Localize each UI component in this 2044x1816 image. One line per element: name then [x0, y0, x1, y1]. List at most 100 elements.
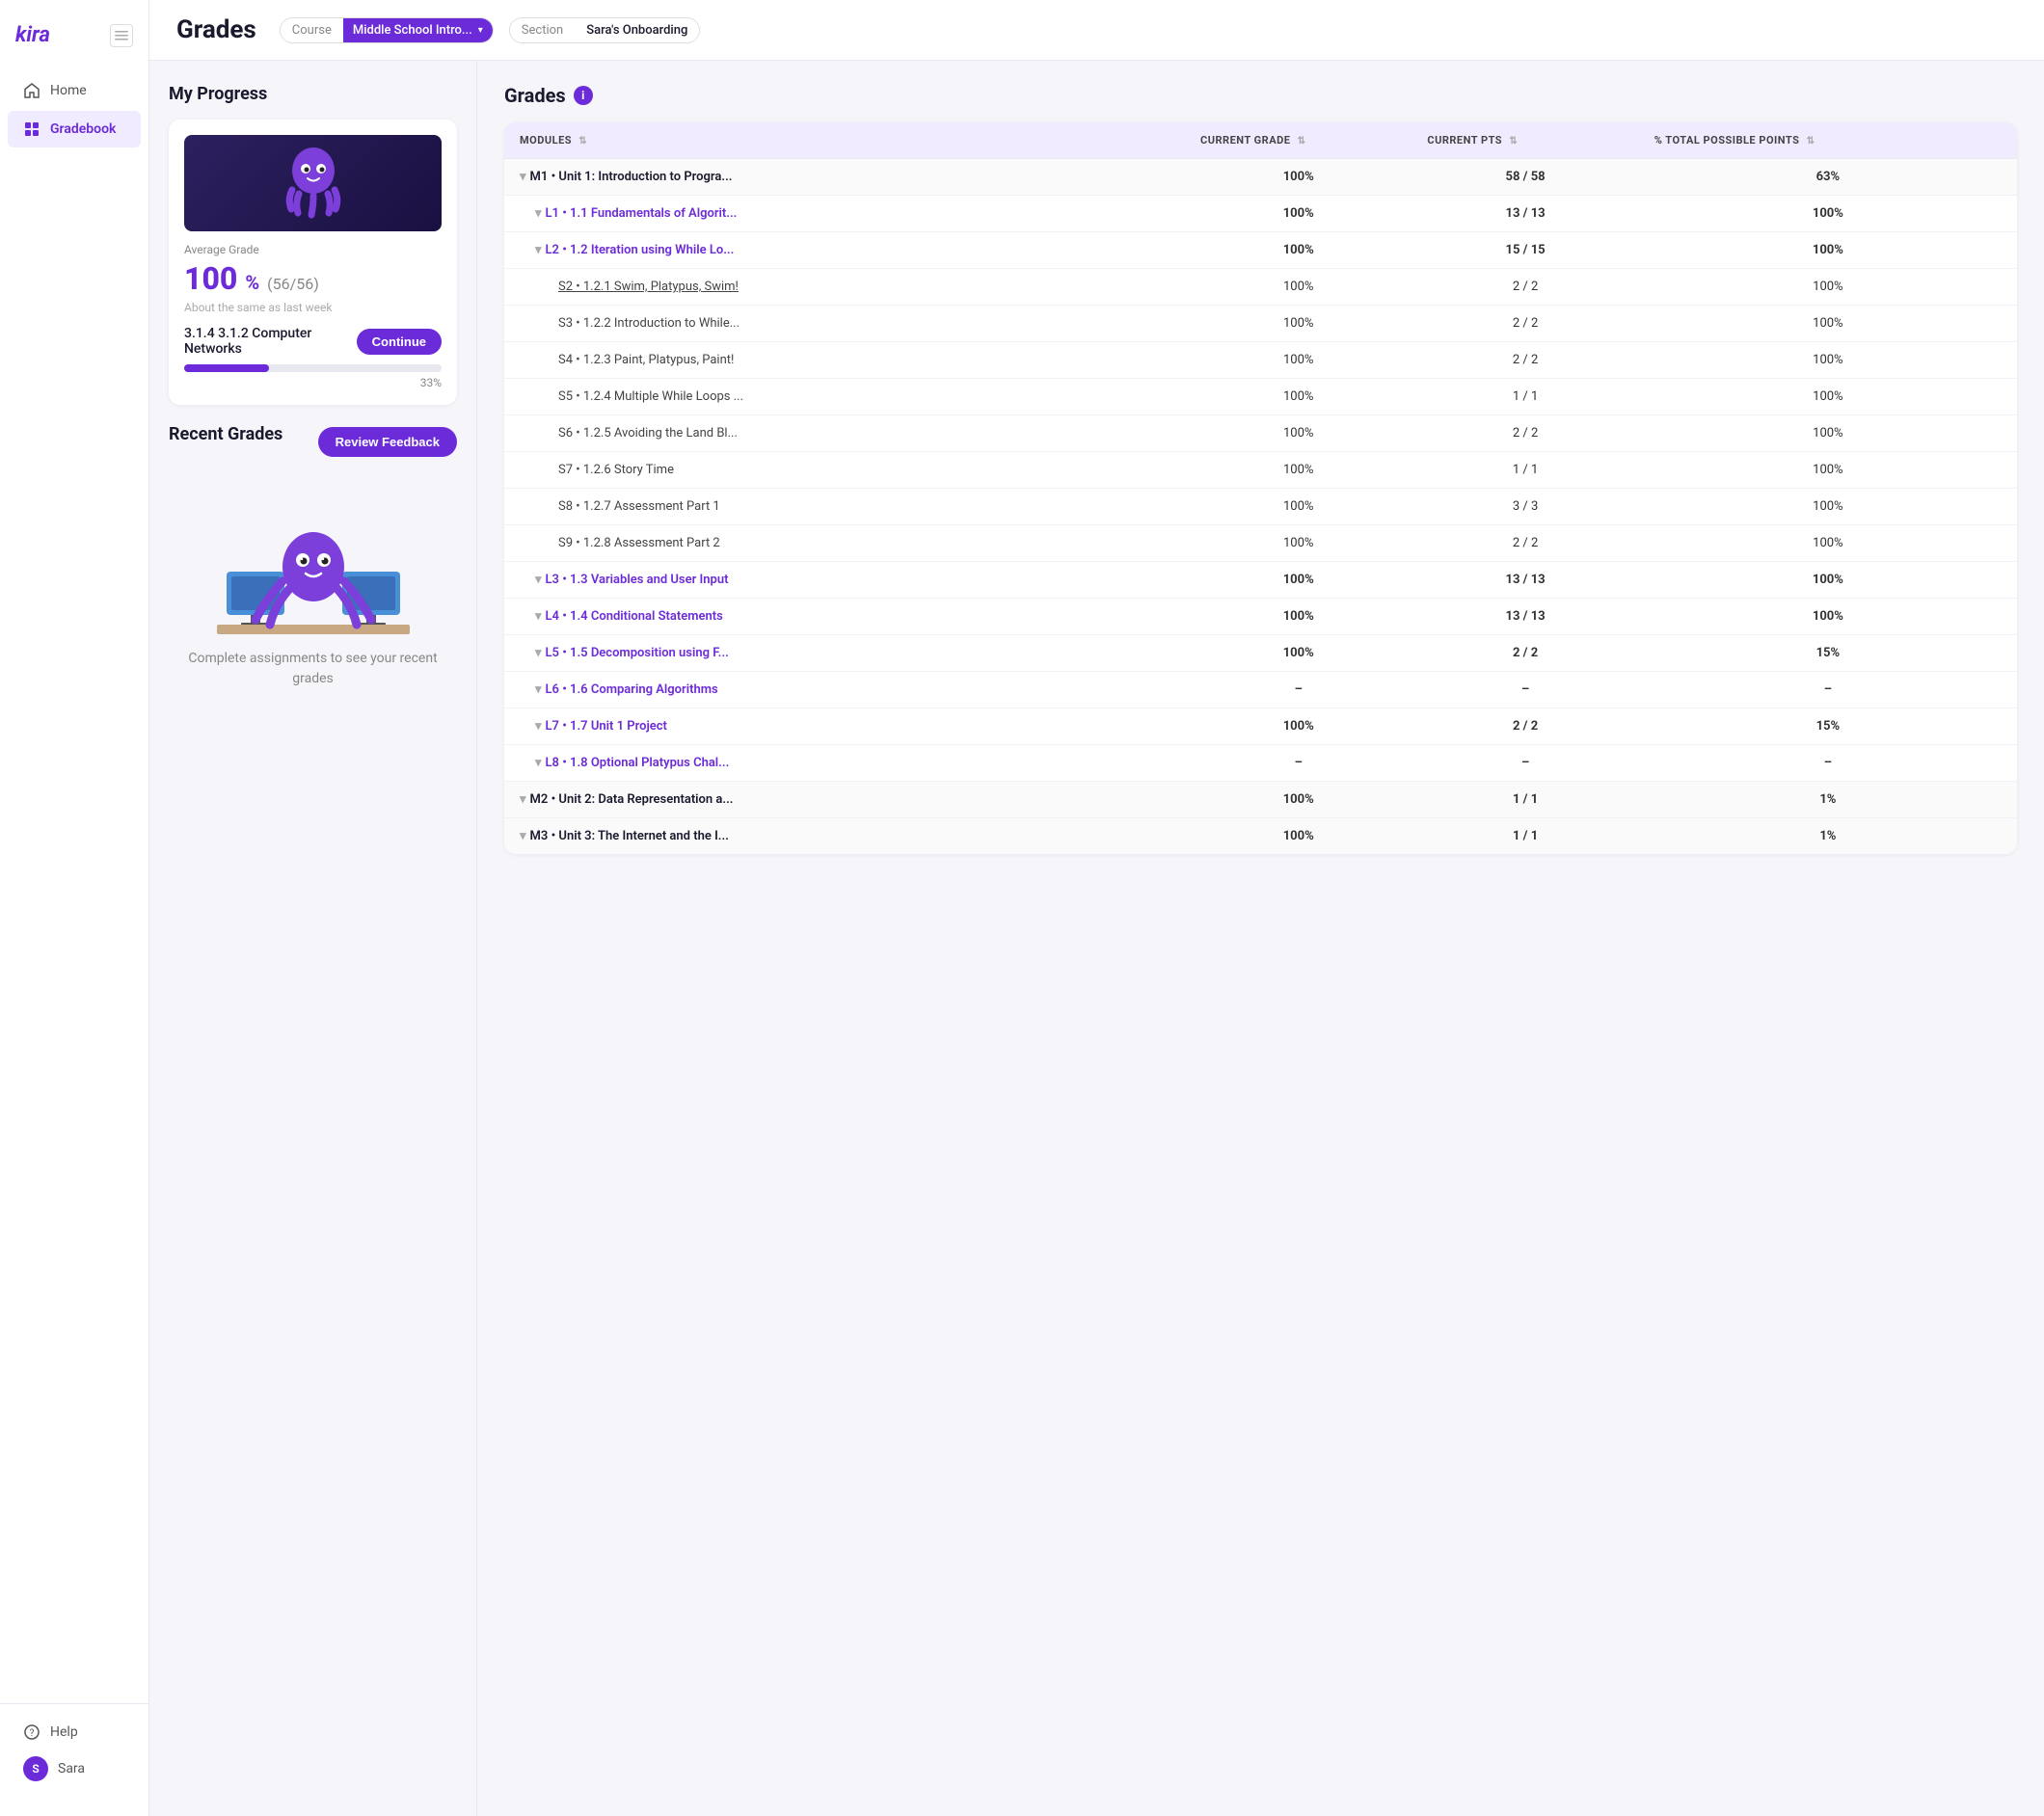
- module-cell: ▾L6 • 1.6 Comparing Algorithms: [504, 672, 1185, 708]
- grade-value: 100%: [1283, 170, 1314, 184]
- grades-info-icon[interactable]: i: [574, 86, 593, 105]
- pts-cell: 15 / 15: [1412, 232, 1638, 269]
- pct-value: 100%: [1813, 353, 1842, 367]
- page-title: Grades: [176, 15, 256, 44]
- module-name: ▾L8 • 1.8 Optional Platypus Chal...: [535, 756, 729, 770]
- pct-cell: 100%: [1639, 269, 2017, 306]
- pts-value: 1 / 1: [1513, 389, 1538, 404]
- pct-cell: 100%: [1639, 525, 2017, 562]
- pts-value: 13 / 13: [1506, 573, 1546, 587]
- table-row: ▾L7 • 1.7 Unit 1 Project100%2 / 215%: [504, 708, 2017, 745]
- average-pct: %: [245, 271, 259, 294]
- module-name: S4 • 1.2.3 Paint, Platypus, Paint!: [558, 353, 734, 367]
- course-filter-value[interactable]: Middle School Intro... ▾: [343, 18, 493, 42]
- table-row: ▾L8 • 1.8 Optional Platypus Chal... – – –: [504, 745, 2017, 782]
- grade-value: 100%: [1283, 316, 1313, 331]
- table-row: S5 • 1.2.4 Multiple While Loops ...100%1…: [504, 379, 2017, 415]
- pts-cell: 58 / 58: [1412, 159, 1638, 196]
- pct-cell: 100%: [1639, 232, 2017, 269]
- grade-cell: 100%: [1185, 562, 1412, 599]
- grade-cell: 100%: [1185, 379, 1412, 415]
- pts-cell: 2 / 2: [1412, 708, 1638, 745]
- pts-value: –: [1521, 756, 1529, 770]
- progress-bar-bg: [184, 364, 442, 372]
- pts-value: 1 / 1: [1513, 792, 1538, 807]
- module-name: ▾L2 • 1.2 Iteration using While Lo...: [535, 243, 734, 257]
- content-area: My Progress: [149, 61, 2044, 1816]
- sidebar-item-home-label: Home: [50, 83, 87, 98]
- sort-modules-icon: ⇅: [578, 136, 587, 147]
- grade-value: –: [1295, 682, 1303, 697]
- logo-area: kira: [0, 15, 148, 70]
- grade-value: 100%: [1283, 829, 1314, 843]
- pct-cell: 100%: [1639, 306, 2017, 342]
- table-row: ▾M3 • Unit 3: The Internet and the I... 1…: [504, 818, 2017, 855]
- pct-value: –: [1824, 682, 1832, 697]
- expand-icon[interactable]: ▾: [520, 170, 526, 184]
- pct-value: 100%: [1813, 609, 1843, 624]
- sidebar-toggle[interactable]: [110, 24, 133, 47]
- grade-cell: 100%: [1185, 599, 1412, 635]
- module-cell: S3 • 1.2.2 Introduction to While...: [504, 306, 1185, 342]
- expand-icon[interactable]: ▾: [535, 573, 542, 587]
- pts-cell: 1 / 1: [1412, 452, 1638, 489]
- col-current-grade[interactable]: CURRENT GRADE ⇅: [1185, 122, 1412, 159]
- pct-value: 100%: [1813, 243, 1843, 257]
- pct-cell: 15%: [1639, 635, 2017, 672]
- expand-icon[interactable]: ▾: [520, 829, 526, 843]
- expand-icon[interactable]: ▾: [535, 609, 542, 624]
- module-link[interactable]: S2 • 1.2.1 Swim, Platypus, Swim!: [558, 280, 739, 294]
- expand-icon[interactable]: ▾: [535, 243, 542, 257]
- pts-value: 1 / 1: [1513, 829, 1538, 843]
- sidebar-item-home[interactable]: Home: [8, 72, 141, 109]
- expand-icon[interactable]: ▾: [520, 792, 526, 807]
- pts-cell: 1 / 1: [1412, 379, 1638, 415]
- grades-section-header: Grades i: [504, 84, 2017, 107]
- col-modules[interactable]: MODULES ⇅: [504, 122, 1185, 159]
- col-current-pts[interactable]: CURRENT PTS ⇅: [1412, 122, 1638, 159]
- grades-title: Grades: [504, 84, 566, 107]
- continue-button[interactable]: Continue: [357, 329, 442, 355]
- sidebar-item-gradebook[interactable]: Gradebook: [8, 111, 141, 147]
- pts-cell: 2 / 2: [1412, 269, 1638, 306]
- grade-cell: 100%: [1185, 196, 1412, 232]
- grade-value: 100%: [1283, 206, 1314, 221]
- sidebar-item-help[interactable]: ? Help: [8, 1716, 141, 1749]
- grade-cell: 100%: [1185, 489, 1412, 525]
- grade-value: 100%: [1283, 646, 1314, 660]
- module-name: ▾M3 • Unit 3: The Internet and the I...: [520, 829, 729, 843]
- module-name: S3 • 1.2.2 Introduction to While...: [558, 316, 740, 331]
- grade-value: 100%: [1283, 353, 1313, 367]
- average-fraction: (56/56): [267, 275, 319, 293]
- pts-cell: 2 / 2: [1412, 415, 1638, 452]
- pts-cell: 13 / 13: [1412, 196, 1638, 232]
- pct-cell: 100%: [1639, 196, 2017, 232]
- average-value-row: 100 % (56/56): [184, 260, 442, 297]
- grade-value: 100%: [1283, 426, 1313, 441]
- module-cell: ▾L7 • 1.7 Unit 1 Project: [504, 708, 1185, 745]
- expand-icon[interactable]: ▾: [535, 756, 542, 770]
- my-progress-title: My Progress: [169, 84, 457, 104]
- pct-cell: –: [1639, 745, 2017, 782]
- table-row: S7 • 1.2.6 Story Time100%1 / 1100%: [504, 452, 2017, 489]
- progress-pct: 33%: [184, 376, 442, 389]
- sidebar-item-gradebook-label: Gradebook: [50, 121, 116, 137]
- expand-icon[interactable]: ▾: [535, 646, 542, 660]
- review-feedback-button[interactable]: Review Feedback: [318, 427, 457, 457]
- grade-cell: 100%: [1185, 306, 1412, 342]
- pts-value: 3 / 3: [1513, 499, 1538, 514]
- sidebar-item-user[interactable]: S Sara: [8, 1749, 141, 1789]
- app-logo: kira: [15, 23, 50, 47]
- expand-icon[interactable]: ▾: [535, 719, 542, 734]
- help-label: Help: [50, 1724, 78, 1740]
- pts-cell: –: [1412, 745, 1638, 782]
- section-filter: Section Sara's Onboarding: [509, 17, 701, 43]
- expand-icon[interactable]: ▾: [535, 206, 542, 221]
- course-filter[interactable]: Course Middle School Intro... ▾: [280, 17, 494, 43]
- col-pct-total[interactable]: % TOTAL POSSIBLE POINTS ⇅: [1639, 122, 2017, 159]
- grade-cell: –: [1185, 745, 1412, 782]
- pct-value: –: [1824, 756, 1832, 770]
- grade-cell: 100%: [1185, 782, 1412, 818]
- expand-icon[interactable]: ▾: [535, 682, 542, 697]
- grade-value: 100%: [1283, 389, 1313, 404]
